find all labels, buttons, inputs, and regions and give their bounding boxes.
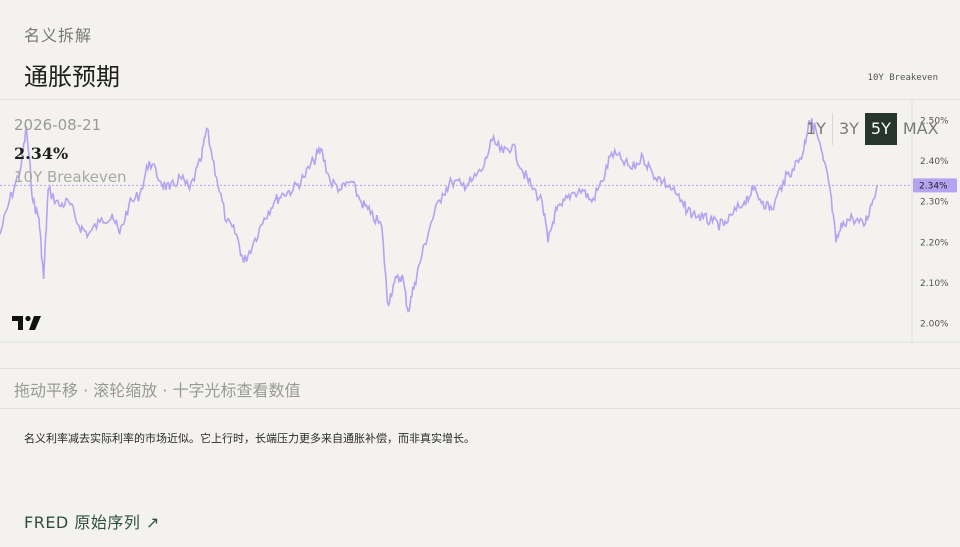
range-button-max[interactable]: MAX (897, 113, 945, 145)
range-button-5y[interactable]: 5Y (864, 113, 897, 145)
series-line-10y-breakeven (0, 118, 878, 313)
y-tick-label: 2.40% (920, 157, 949, 167)
series-tag: 10Y Breakeven (867, 73, 938, 83)
tradingview-logo-icon[interactable] (12, 315, 42, 335)
section-kicker: 名义拆解 (24, 26, 93, 45)
divider (0, 408, 960, 409)
range-button-1y[interactable]: 1Y (800, 113, 832, 145)
y-tick-label: 2.30% (920, 198, 949, 208)
range-selector: 1Y 3Y 5Y MAX (800, 113, 945, 145)
range-button-3y[interactable]: 3Y (833, 113, 865, 145)
y-tick-label: 2.20% (920, 238, 949, 248)
y-tick-label: 2.10% (920, 279, 949, 289)
svg-text:2.34%: 2.34% (919, 181, 948, 191)
description-text: 名义利率减去实际利率的市场近似。它上行时，长端压力更多来自通胀补偿，而非真实增长… (24, 432, 475, 445)
y-tick-label: 2.00% (920, 320, 949, 330)
legend-value: 2.34% (14, 144, 69, 163)
divider (0, 368, 960, 369)
legend-date: 2026-08-21 (14, 116, 102, 134)
page-title: 通胀预期 (24, 63, 120, 91)
chart-hint: 拖动平移 · 滚轮缩放 · 十字光标查看数值 (14, 381, 301, 400)
last-value-label: 2.34% (913, 178, 957, 193)
fred-source-link[interactable]: FRED 原始序列 ↗ (24, 509, 160, 533)
legend-series-name: 10Y Breakeven (14, 168, 127, 186)
